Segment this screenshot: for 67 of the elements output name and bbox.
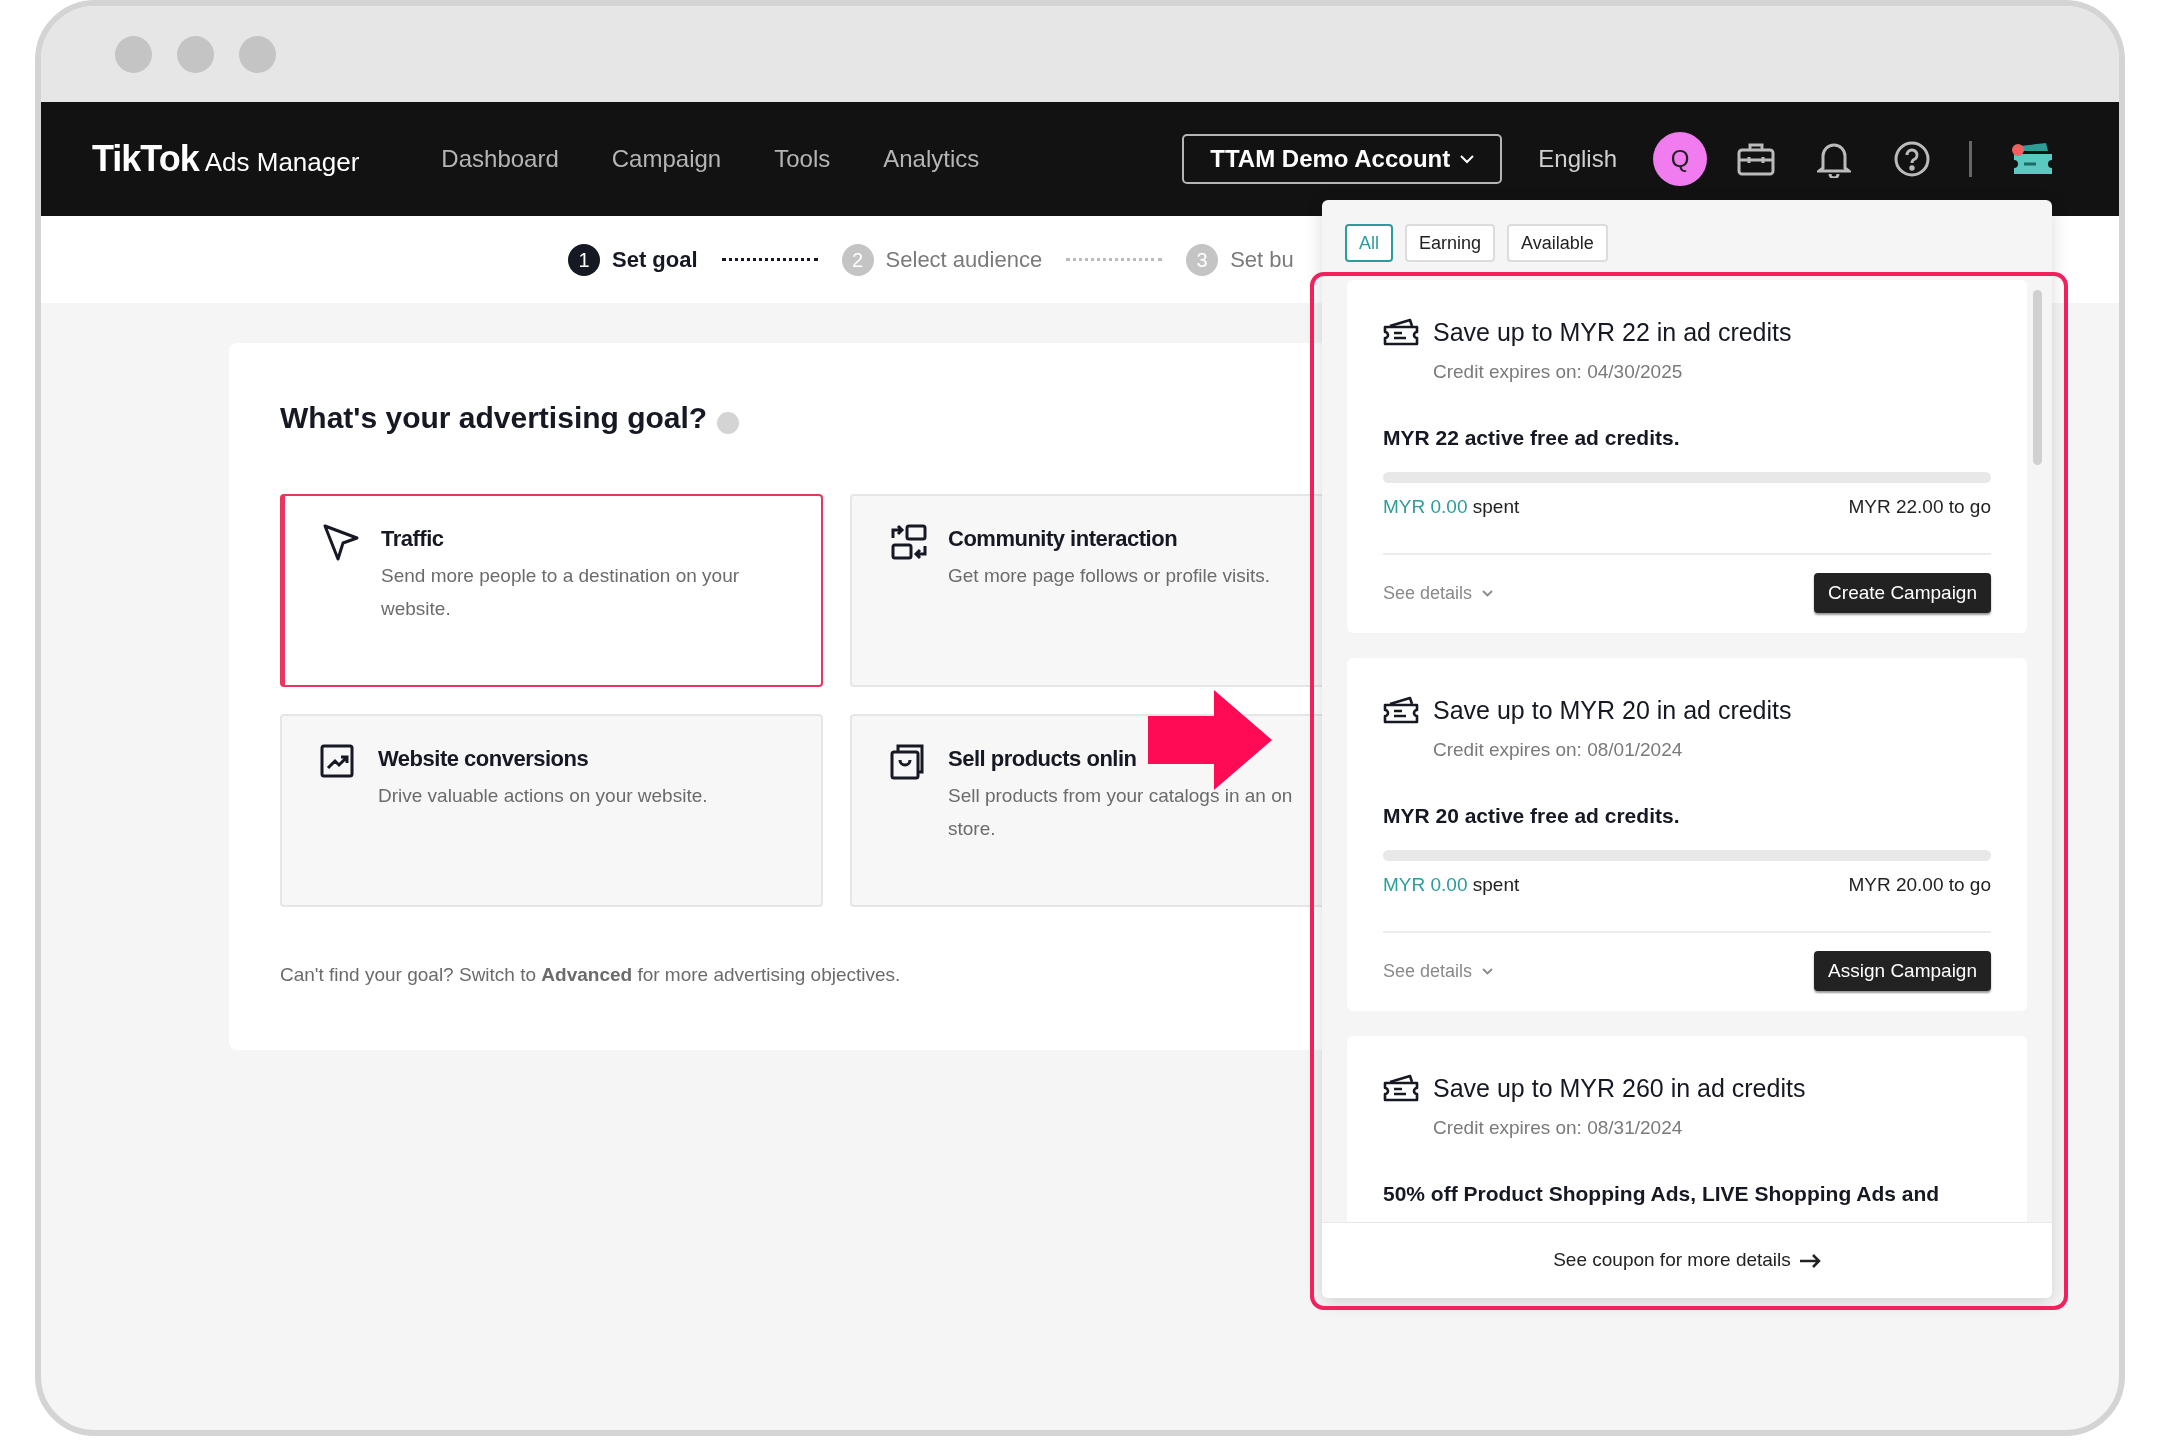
goal-option[interactable]: Traffic Send more people to a destination on your website. [280, 494, 823, 687]
option-description: Sell products from your catalogs in an on store. [948, 784, 1293, 841]
ticket-icon [1383, 1073, 1419, 1104]
bag-icon [890, 744, 924, 780]
details-toggle[interactable]: See details [1383, 957, 1494, 985]
language-selector[interactable]: English [1538, 141, 1617, 177]
coupon-title: Save up to MYR 20 in ad credits [1433, 695, 1792, 726]
step-label: Set goal [612, 246, 698, 274]
filter-tab[interactable]: Available [1507, 224, 1608, 262]
window-control[interactable] [239, 35, 276, 73]
logo-text: Ads Manager [204, 146, 360, 179]
ticket-icon [1383, 695, 1419, 726]
coupon-summary: MYR 20 active free ad credits. [1383, 803, 1681, 829]
option-title: Website conversions [378, 745, 590, 773]
step-label: Set bu [1230, 246, 1294, 274]
window-control[interactable] [115, 35, 152, 73]
option-description: Drive valuable actions on your website. [378, 784, 708, 808]
option-title: Traffic [381, 525, 445, 553]
avatar[interactable]: Q [1653, 132, 1707, 186]
account-dropdown[interactable]: TTAM Demo Account [1182, 134, 1503, 184]
goal-option[interactable]: Community interaction Get more page follows or profile visits. [850, 494, 1322, 687]
nav-link[interactable]: Campaign [611, 141, 722, 177]
spent-amount: MYR 0.00 spent [1383, 494, 1520, 519]
goal-option[interactable]: Sell products onlin Sell products from your catalogs in an on store. [850, 714, 1322, 907]
nav-link[interactable]: Analytics [883, 141, 980, 177]
chevron-down-icon [1482, 967, 1494, 975]
chart-icon [320, 744, 354, 778]
nav-link[interactable]: Dashboard [441, 141, 559, 177]
coupon-link[interactable]: See coupon for more details [1553, 1246, 1821, 1275]
chevron-down-icon [1460, 154, 1475, 164]
step-number: 1 [568, 243, 600, 276]
option-title: Community interaction [948, 525, 1179, 553]
coupon-title: Save up to MYR 260 in ad credits [1433, 1073, 1806, 1104]
action-button[interactable]: Assign Campaign [1814, 951, 1991, 991]
ticket-icon[interactable] [2010, 142, 2054, 176]
step-label: Select audience [885, 246, 1043, 274]
details-toggle[interactable]: See details [1383, 579, 1494, 607]
option-description: Get more page follows or profile visits. [948, 564, 1271, 588]
option-description: Send more people to a destination on your website. [381, 564, 740, 621]
expiry-date: Credit expires on: 08/31/2024 [1433, 1115, 1684, 1140]
step-number: 2 [841, 243, 874, 276]
swap-icon [890, 524, 928, 560]
logo[interactable]: TikTok [92, 132, 199, 186]
action-button[interactable]: Create Campaign [1814, 573, 1991, 613]
help-icon[interactable] [1893, 140, 1931, 178]
remaining-amount: MYR 20.00 to go [1848, 872, 1991, 897]
arrow-icon [1798, 1253, 1821, 1268]
coupon-summary: 50% off Product Shopping Ads, LIVE Shopping Ads and [1383, 1181, 1941, 1207]
hint-text: Can't find your goal? Switch to Advanced for more advertising objectives. [280, 963, 902, 987]
coupon-summary: MYR 22 active free ad credits. [1383, 425, 1681, 451]
step-number: 3 [1186, 243, 1219, 276]
spent-amount: MYR 0.00 spent [1383, 872, 1520, 897]
section-title: What's your advertising goal? [280, 400, 708, 436]
expiry-date: Credit expires on: 04/30/2025 [1433, 359, 1684, 384]
filter-tab[interactable]: Earning [1405, 224, 1496, 262]
ticket-icon [1383, 317, 1419, 348]
cursor-icon [323, 524, 359, 562]
window-control[interactable] [177, 35, 214, 73]
chevron-down-icon [1482, 589, 1494, 597]
scrollbar[interactable] [2033, 290, 2042, 465]
nav-link[interactable]: Tools [774, 141, 831, 177]
coupon-title: Save up to MYR 22 in ad credits [1433, 317, 1792, 348]
option-title: Sell products onlin [948, 745, 1138, 773]
expiry-date: Credit expires on: 08/01/2024 [1433, 737, 1684, 762]
briefcase-icon[interactable] [1737, 142, 1775, 176]
remaining-amount: MYR 22.00 to go [1848, 494, 1991, 519]
goal-option[interactable]: Website conversions Drive valuable actions on your website. [280, 714, 823, 907]
